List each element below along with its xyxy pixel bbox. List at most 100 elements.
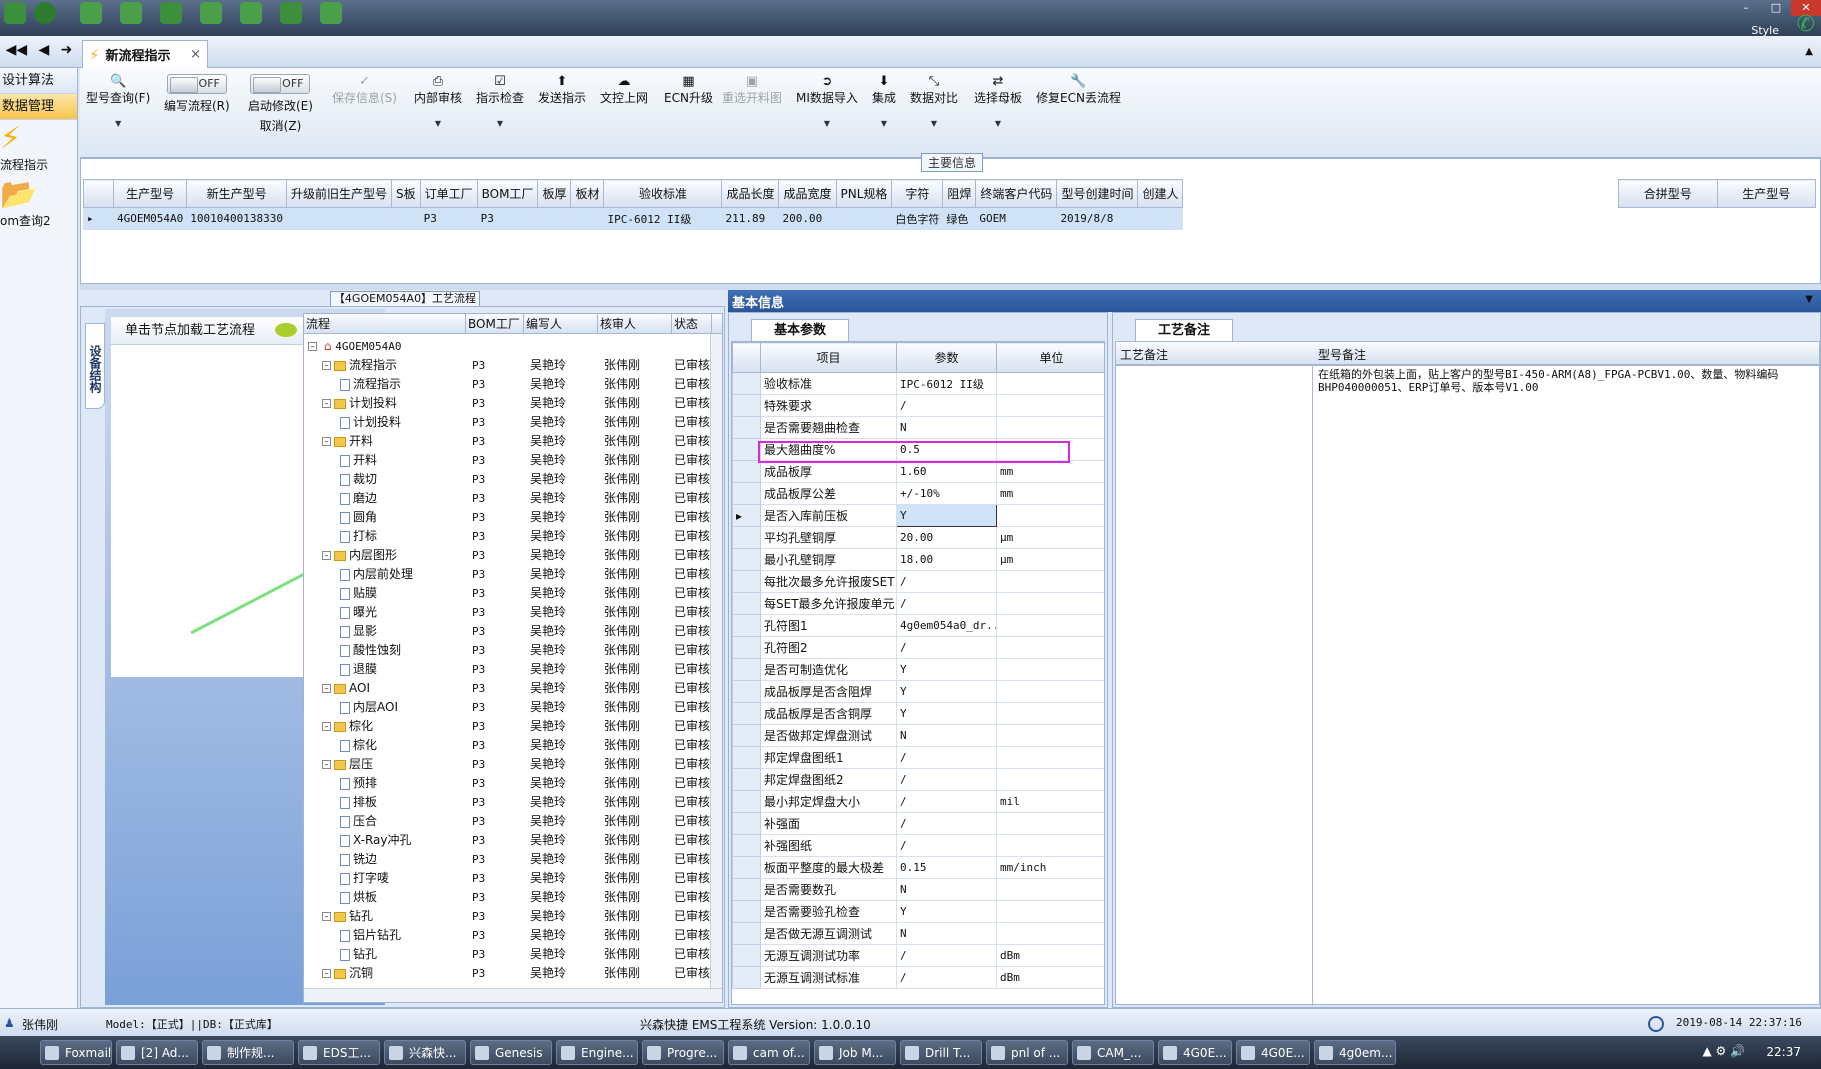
param-row[interactable]: 孔符图1 4g0em054a0_dr... [732, 614, 1104, 637]
param-value-cell[interactable]: N [896, 724, 997, 747]
model-note-text[interactable]: 在纸箱的外包装上面，贴上客户的型号BI-450-ARM(A8)_FPGA-PCB… [1318, 368, 1818, 394]
param-row[interactable]: 最小孔壁铜厚 18.00 μm [732, 548, 1104, 571]
param-value-cell[interactable]: Y [896, 900, 997, 923]
column-header[interactable]: 编写人 [524, 314, 598, 333]
ecn-upgrade-button[interactable]: ▦ ECN升级 [664, 74, 713, 106]
taskbar-item[interactable]: 制作规... [202, 1040, 294, 1065]
column-header[interactable]: BOM工厂 [466, 314, 524, 333]
tree-row[interactable]: 内层AOI P3 吴艳玲 张伟刚 已审核 [304, 698, 722, 717]
column-header[interactable]: 生产型号 [1716, 179, 1816, 208]
table-cell[interactable]: GOEM [975, 207, 1058, 230]
internal-review-button[interactable]: ⎙ 内部审核 ▼ [414, 74, 462, 132]
tree-row[interactable]: 退膜 P3 吴艳玲 张伟刚 已审核 [304, 660, 722, 679]
send-instruction-button[interactable]: ⬆ 发送指示 [538, 74, 586, 106]
param-value-cell[interactable]: / [896, 966, 997, 989]
row-selector[interactable] [732, 944, 761, 967]
data-compare-button[interactable]: ⤡ 数据对比 ▼ [910, 74, 958, 132]
column-header[interactable]: 项目 [760, 342, 897, 373]
row-selector[interactable] [732, 812, 761, 835]
tool-icon[interactable] [120, 2, 142, 24]
forward-icon[interactable]: ➜ [61, 42, 73, 58]
param-row[interactable]: 无源互调测试标准 / dBm [732, 966, 1104, 989]
row-selector[interactable] [732, 416, 761, 439]
table-cell[interactable]: 4GOEM054A0 [112, 207, 188, 230]
param-value-cell[interactable]: 4g0em054a0_dr... [896, 614, 997, 637]
column-header[interactable]: 合拼型号 [1618, 179, 1718, 208]
row-selector[interactable] [732, 834, 761, 857]
doc-online-button[interactable]: ☁ 文控上网 [600, 74, 648, 106]
param-value-cell[interactable]: / [896, 746, 997, 769]
taskbar-item[interactable]: Job M... [814, 1040, 896, 1065]
row-selector[interactable] [732, 372, 761, 395]
collapse-icon[interactable]: – [322, 437, 331, 446]
column-header[interactable]: 升级前旧生产型号 [285, 179, 392, 208]
tree-row[interactable]: 计划投料 P3 吴艳玲 张伟刚 已审核 [304, 413, 722, 432]
chevron-down-icon[interactable]: ▼ [872, 116, 896, 132]
param-value-cell[interactable]: Y [896, 658, 997, 681]
mi-import-button[interactable]: ➲ MI数据导入 ▼ [796, 74, 858, 132]
param-row[interactable]: 特殊要求 / [732, 394, 1104, 417]
start-modify-button[interactable]: OFF 启动修改(E) 取消(Z) [248, 74, 313, 134]
tab-new-flow[interactable]: ⚡ 新流程指示 × [82, 40, 208, 68]
tree-root[interactable]: – ⌂ 4GOEM054A0 [304, 337, 722, 356]
tab-equipment-structure[interactable]: 设备结构 [85, 323, 105, 409]
row-selector[interactable] [732, 592, 761, 615]
taskbar-item[interactable]: cam of... [728, 1040, 810, 1065]
column-header[interactable]: 阻焊 [942, 179, 977, 208]
chevron-down-icon[interactable]: ▼ [86, 116, 150, 132]
tree-row[interactable]: – 棕化 P3 吴艳玲 张伟刚 已审核 [304, 717, 722, 736]
row-selector[interactable] [732, 790, 761, 813]
param-value-cell[interactable]: / [896, 834, 997, 857]
collapse-icon[interactable]: – [322, 551, 331, 560]
param-value-cell[interactable]: / [896, 812, 997, 835]
collapse-icon[interactable]: – [322, 399, 331, 408]
param-value-cell[interactable]: / [896, 790, 997, 813]
chevron-up-icon[interactable]: ▲ [1805, 46, 1813, 57]
taskbar-item[interactable]: Progre... [642, 1040, 724, 1065]
param-row[interactable]: 是否做无源互调测试 N [732, 922, 1104, 945]
table-cell[interactable]: P3 [476, 207, 539, 230]
param-row[interactable]: ▸ 是否入库前压板 Y [732, 504, 1104, 527]
collapse-icon[interactable]: – [322, 361, 331, 370]
column-header[interactable]: BOM工厂 [476, 179, 539, 208]
taskbar-item[interactable]: Drill T... [900, 1040, 982, 1065]
chevron-down-icon[interactable]: ▼ [476, 116, 524, 132]
save-info-button[interactable]: ✓ 保存信息(S) [332, 74, 397, 106]
system-tray[interactable]: ▲ ⚙ 🔊 [1702, 1044, 1745, 1058]
tree-row[interactable]: 酸性蚀刻 P3 吴艳玲 张伟刚 已审核 [304, 641, 722, 660]
flow-card-header[interactable]: 单击节点加载工艺流程 [111, 317, 305, 345]
taskbar-item[interactable]: 4G0E... [1236, 1040, 1310, 1065]
phone-icon[interactable]: ✆ [1797, 12, 1815, 37]
param-value-cell[interactable]: / [896, 768, 997, 791]
row-selector[interactable] [732, 702, 761, 725]
row-selector[interactable] [732, 658, 761, 681]
row-selector[interactable] [732, 922, 761, 945]
table-cell[interactable] [835, 207, 893, 230]
param-row[interactable]: 成品板厚 1.60 mm [732, 460, 1104, 483]
table-cell[interactable] [390, 207, 421, 230]
param-row[interactable]: 板面平整度的最大极差 0.15 mm/inch [732, 856, 1104, 879]
param-row[interactable]: 邦定焊盘图纸1/ [732, 746, 1104, 769]
folder-icon[interactable] [320, 2, 342, 24]
param-row[interactable]: 孔符图2/ [732, 636, 1104, 659]
param-value-cell[interactable]: N [896, 878, 997, 901]
user-icon[interactable] [280, 2, 302, 24]
param-value-cell[interactable]: +/-10% [896, 482, 997, 505]
param-row[interactable]: 每SET最多允许报废单元 / [732, 592, 1104, 615]
param-value-cell[interactable]: Y [896, 680, 997, 703]
row-selector[interactable] [732, 482, 761, 505]
tree-row[interactable]: 排板 P3 吴艳玲 张伟刚 已审核 [304, 793, 722, 812]
row-selector[interactable] [732, 460, 761, 483]
row-selector[interactable] [732, 900, 761, 923]
param-value-cell[interactable]: / [896, 944, 997, 967]
param-row[interactable]: 邦定焊盘图纸2/ [732, 768, 1104, 791]
column-header[interactable]: 新生产型号 [186, 179, 287, 208]
grid-icon[interactable] [80, 2, 102, 24]
row-selector[interactable] [732, 548, 761, 571]
param-row[interactable]: 每批次最多允许报废SET / [732, 570, 1104, 593]
param-value-cell[interactable]: N [896, 922, 997, 945]
start-modify-toggle[interactable]: OFF [250, 74, 311, 94]
tree-row[interactable]: 铣边 P3 吴艳玲 张伟刚 已审核 [304, 850, 722, 869]
column-header[interactable]: 流程 [304, 314, 466, 333]
column-header[interactable]: 创建人 [1137, 179, 1184, 208]
